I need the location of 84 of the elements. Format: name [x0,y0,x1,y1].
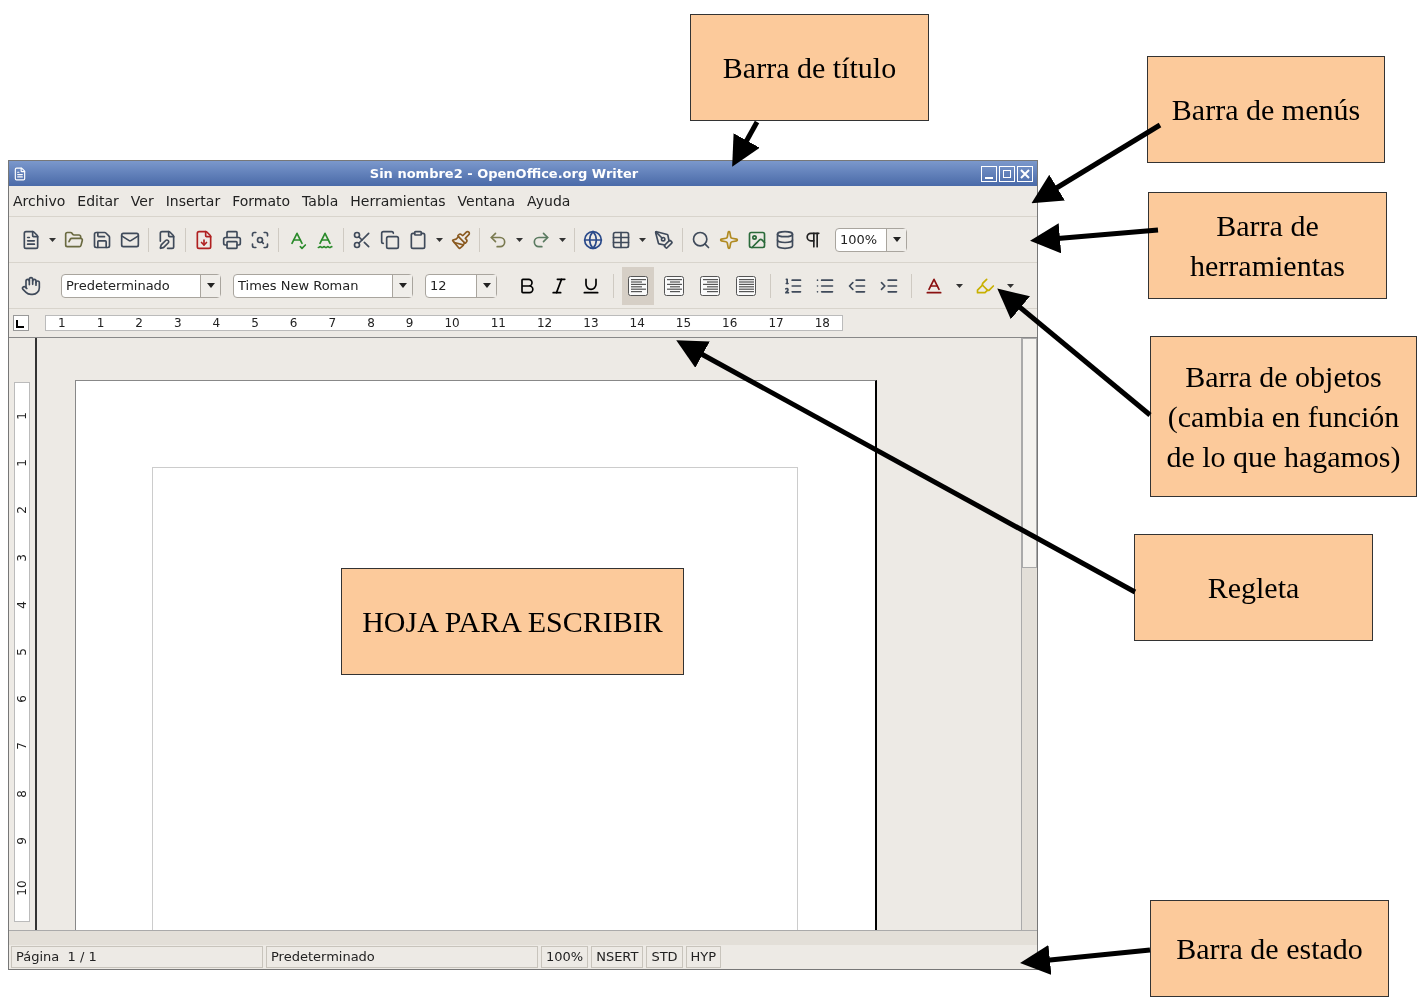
caret-icon[interactable] [516,237,523,242]
menu-item[interactable]: Archivo [13,190,66,212]
document-label: HOJA PARA ESCRIBIR [341,568,684,675]
align-icon [700,275,720,296]
caret-icon[interactable] [559,237,566,242]
vertical-scrollbar[interactable] [1021,338,1037,930]
callout-label: Barra de estado [1150,900,1389,997]
status-field: Predeterminado [266,946,538,968]
close-button[interactable] [1017,165,1033,182]
menu-item[interactable]: Editar [77,190,119,212]
callout-label: Regleta [1134,534,1373,641]
ruler-number: 13 [583,315,599,332]
callout-label: Barra de objetos (cambia en función de lo que hagamos) [1150,336,1417,497]
menu-item[interactable]: Ayuda [527,190,571,212]
ruler-number: 5 [251,315,259,332]
align-icon [628,275,648,296]
align-button[interactable] [622,266,654,305]
ruler-number: 4 [212,315,221,332]
ruler-number: 1 [58,315,66,332]
ruler-number: 18 [814,315,830,332]
dropdown-icon[interactable] [206,283,215,288]
menu-item[interactable]: Tabla [302,190,339,212]
style-field[interactable]: Predeterminado [61,273,221,298]
window-title: Sin nombre2 - OpenOffice.org Writer [368,164,640,183]
caret-icon[interactable] [1007,283,1014,288]
status-field: 100% [541,946,589,968]
vertical-ruler[interactable]: 1 1 2 3 4 5 6 7 8 9 10 [14,382,30,922]
ruler-number: 1 [14,459,30,467]
ruler-number: 17 [768,315,784,332]
ruler-number: 5 [14,648,30,656]
menu-item[interactable]: Formato [232,190,291,212]
ruler-number: 12 [536,315,553,332]
font-size-field[interactable]: 12 [425,273,497,298]
ruler-number: 2 [135,315,143,332]
tab-stop-button[interactable] [13,315,29,331]
dropdown-icon[interactable] [892,237,901,242]
ruler-number: 3 [14,553,30,562]
caret-icon[interactable] [49,237,56,242]
menu-item[interactable]: Ver [130,190,154,212]
caret-icon[interactable] [956,283,963,288]
ruler-number: 10 [14,880,30,896]
ruler-number: 6 [14,695,30,703]
menu-item[interactable]: Insertar [165,190,221,212]
dropdown-icon[interactable] [398,283,407,288]
ruler-number: 9 [14,836,30,845]
maximize-button[interactable] [999,165,1015,182]
ruler-number: 1 [96,315,105,332]
align-icon [664,275,684,296]
ruler-number: 11 [490,315,506,332]
ruler-number: 6 [289,315,298,332]
status-field: Página 1 / 1 [11,946,263,968]
menu-item[interactable]: Ventana [457,190,516,212]
arrow [732,120,760,167]
font-field[interactable]: Times New Roman [233,273,413,298]
horizontal-ruler[interactable]: 1 1 2 3 4 5 6 7 8 9 10 11 12 13 14 15 16 17 18 [45,315,843,331]
ruler-number: 9 [405,315,414,332]
callout-label: Barra de menús [1147,56,1385,163]
ruler-number: 4 [14,600,30,609]
status-field: NSERT [591,946,644,968]
ruler-number: 14 [629,315,645,332]
align-icon [736,275,756,296]
ruler-number: 10 [444,315,460,332]
ruler-number: 3 [173,315,182,332]
ruler-number: 7 [14,742,30,751]
status-field: HYP [685,946,722,968]
scroll-thumb[interactable] [1022,338,1037,568]
ruler-number: 1 [14,412,30,420]
app-icon [13,166,27,181]
caret-icon[interactable] [436,237,443,242]
caret-icon[interactable] [639,237,646,242]
status-field: STD [646,946,683,968]
dropdown-icon[interactable] [482,283,491,288]
callout-label: Barra de herramientas [1148,192,1387,299]
ruler-number: 16 [722,315,738,332]
ruler-number: 7 [328,315,337,332]
callout-label: Barra de título [690,14,929,121]
ruler-number: 15 [675,315,692,332]
zoom-field[interactable]: 100% [835,227,907,252]
ruler-number: 8 [14,789,30,798]
ruler-number: 2 [14,506,30,515]
horizontal-scrollbar[interactable] [9,930,1037,945]
minimize-button[interactable] [981,165,997,182]
ruler-number: 8 [367,315,375,332]
menu-item[interactable]: Herramientas [350,190,446,212]
